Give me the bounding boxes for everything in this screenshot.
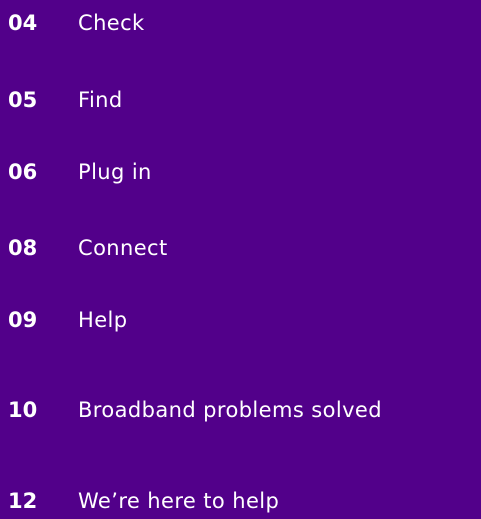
page-number: 06 <box>8 160 38 184</box>
page-number: 04 <box>8 11 38 35</box>
section-title: Broadband problems solved <box>78 398 382 422</box>
page-number: 09 <box>8 308 38 332</box>
section-title: Plug in <box>78 160 152 184</box>
table-of-contents: 04 Check 05 Find 06 Plug in 08 Connect 0… <box>0 0 481 519</box>
section-title: Connect <box>78 236 168 260</box>
page-number: 05 <box>8 88 38 112</box>
section-title: We’re here to help <box>78 489 280 513</box>
page-number: 12 <box>8 489 38 513</box>
section-title: Find <box>78 88 123 112</box>
page-number: 10 <box>8 398 38 422</box>
section-title: Help <box>78 308 128 332</box>
section-title: Check <box>78 11 145 35</box>
page-number: 08 <box>8 236 38 260</box>
